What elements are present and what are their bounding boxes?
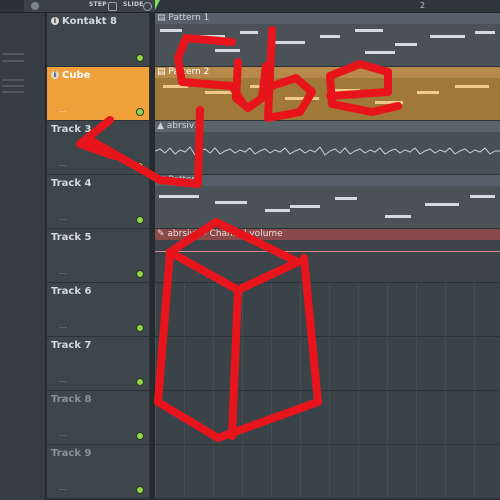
- track-name: Track 4: [51, 178, 92, 189]
- pattern-clip[interactable]: ▤ Pattern 2: [155, 67, 500, 120]
- track-header-7[interactable]: Track 7 ...: [47, 337, 149, 391]
- step-label: STEP: [89, 1, 107, 8]
- lane-7[interactable]: [155, 337, 500, 391]
- clip-title: ▤ Pattern 2: [155, 67, 500, 78]
- track-header-5[interactable]: Track 5 ...: [47, 229, 149, 283]
- track-header-8[interactable]: Track 8 ...: [47, 391, 149, 445]
- track-name: Track 9: [51, 448, 92, 459]
- panel-divider: [2, 53, 24, 55]
- panel-divider: [2, 60, 24, 62]
- panel-divider: [2, 79, 24, 81]
- clip-title: ▲ abrsiv3: [155, 121, 500, 132]
- step-toggle[interactable]: [108, 2, 117, 11]
- track-dots: ...: [59, 375, 67, 384]
- ruler-bar-number: 2: [420, 1, 426, 10]
- track-enable-led-icon[interactable]: [136, 378, 144, 386]
- track-dots: ...: [59, 105, 67, 114]
- browser-panel: [0, 13, 46, 500]
- track-header-3[interactable]: Track 3 ...: [47, 121, 149, 175]
- lane-2[interactable]: ▤ Pattern 2: [155, 67, 500, 120]
- track-enable-led-icon[interactable]: [136, 270, 144, 278]
- track-enable-led-icon[interactable]: [136, 54, 144, 62]
- track-enable-led-icon[interactable]: [136, 162, 144, 170]
- track-name: Track 3: [51, 124, 92, 135]
- clip-title: ▤ Pattern 1: [155, 13, 500, 24]
- lane-3[interactable]: ▲ abrsiv3: [155, 121, 500, 174]
- lane-9[interactable]: [155, 445, 500, 499]
- waveform: [155, 146, 500, 156]
- toolbar-mini-preview: [0, 0, 24, 12]
- pattern-clip[interactable]: ▤ Pattern 1: [155, 13, 500, 66]
- track-name: Track 6: [51, 286, 92, 297]
- clip-title: ▤ Pattern: [155, 175, 500, 186]
- track-enable-led-icon[interactable]: [136, 486, 144, 494]
- lane-5[interactable]: ✎ abrsiv3 - Channel volume: [155, 229, 500, 282]
- lane-4[interactable]: ▤ Pattern: [155, 175, 500, 228]
- slide-label: SLIDE: [123, 1, 144, 8]
- track-name: i Kontakt 8: [51, 16, 117, 27]
- track-name: Track 8: [51, 394, 92, 405]
- clip-title: ✎ abrsiv3 - Channel volume: [155, 229, 500, 240]
- automation-clip[interactable]: ✎ abrsiv3 - Channel volume: [155, 229, 500, 282]
- track-dots: ...: [59, 213, 67, 222]
- toolbar-menu-icon[interactable]: [31, 2, 39, 10]
- audio-clip[interactable]: ▲ abrsiv3: [155, 121, 500, 174]
- lane-8[interactable]: [155, 391, 500, 445]
- slide-toggle[interactable]: [143, 2, 152, 11]
- track-header-4[interactable]: Track 4 ...: [47, 175, 149, 229]
- track-enable-led-icon[interactable]: [136, 324, 144, 332]
- info-icon: i: [51, 17, 59, 25]
- track-enable-led-icon[interactable]: [136, 216, 144, 224]
- track-name: Track 5: [51, 232, 92, 243]
- playhead-marker-icon[interactable]: [155, 0, 160, 10]
- lane-6[interactable]: [155, 283, 500, 337]
- track-enable-led-icon[interactable]: [136, 108, 144, 116]
- track-enable-led-icon[interactable]: [136, 432, 144, 440]
- track-dots: ...: [59, 429, 67, 438]
- track-dots: ...: [59, 159, 67, 168]
- track-dots: ...: [59, 267, 67, 276]
- automation-curve: [155, 251, 500, 252]
- info-icon: i: [51, 71, 59, 79]
- panel-divider: [2, 85, 24, 87]
- track-header-6[interactable]: Track 6 ...: [47, 283, 149, 337]
- panel-divider: [2, 91, 24, 93]
- track-dots: ...: [59, 483, 67, 492]
- playlist-toolbar: STEP SLIDE 2: [0, 0, 500, 13]
- lane-1[interactable]: ▤ Pattern 1: [155, 13, 500, 66]
- track-dots: ...: [59, 321, 67, 330]
- track-name: Track 7: [51, 340, 92, 351]
- track-name: i Cube: [51, 70, 90, 81]
- timeline-ruler[interactable]: [155, 0, 500, 12]
- track-header-kontakt-8[interactable]: i Kontakt 8: [47, 13, 149, 67]
- pattern-clip[interactable]: ▤ Pattern: [155, 175, 500, 228]
- track-header-9[interactable]: Track 9 ...: [47, 445, 149, 499]
- track-header-cube[interactable]: i Cube ...: [47, 67, 149, 121]
